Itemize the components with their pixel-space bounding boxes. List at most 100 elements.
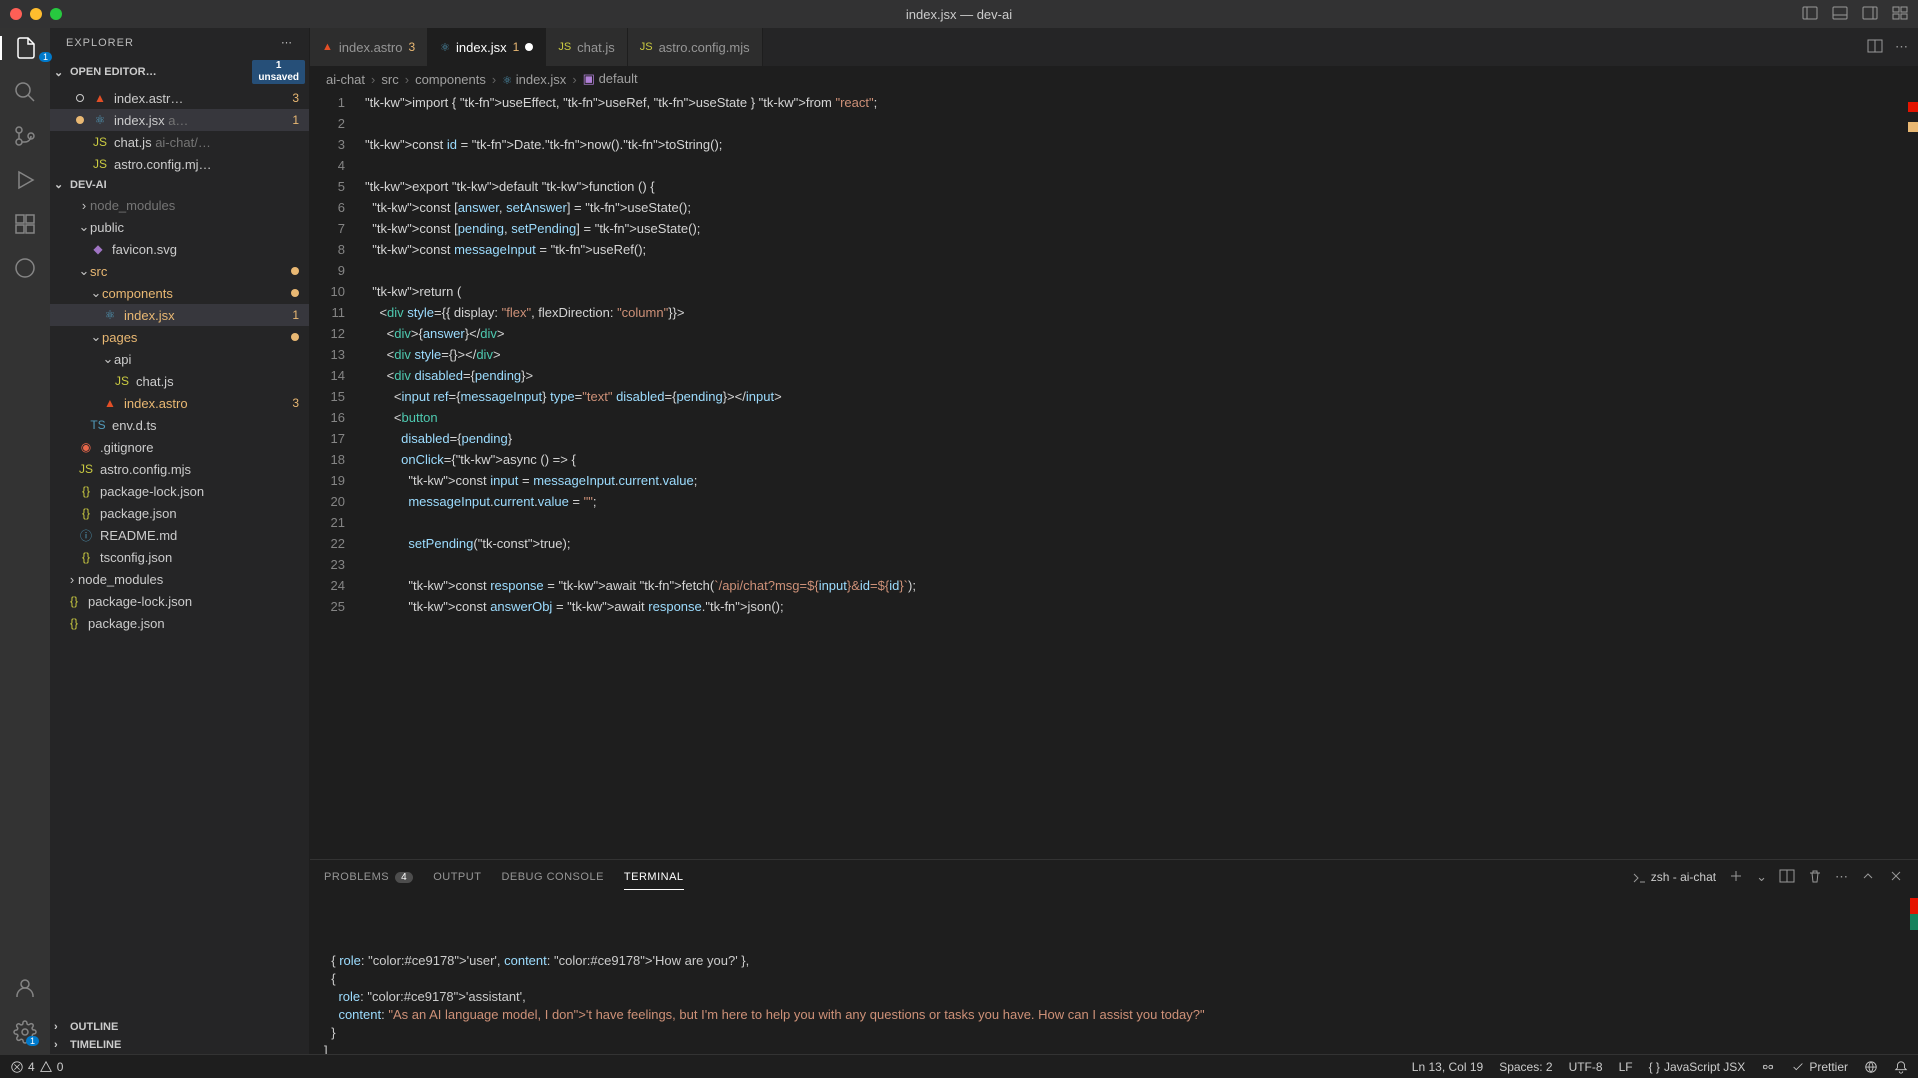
account-icon[interactable]	[13, 976, 37, 1000]
status-prettier[interactable]: Prettier	[1791, 1060, 1848, 1074]
file-item[interactable]: {} tsconfig.json	[50, 546, 309, 568]
status-bell[interactable]	[1894, 1060, 1908, 1074]
item-name: package-lock.json	[88, 594, 309, 609]
breadcrumb-item[interactable]: ⚛ index.jsx	[502, 72, 566, 87]
open-editor-item[interactable]: JS chat.js ai-chat/…	[50, 131, 309, 153]
split-terminal-icon[interactable]	[1779, 868, 1795, 887]
terminal-dropdown-icon[interactable]: ⌄	[1756, 869, 1767, 885]
timeline-header[interactable]: ›TIMELINE	[50, 1036, 309, 1054]
folder-item[interactable]: › node_modules	[50, 568, 309, 590]
modified-indicator-icon	[291, 333, 299, 341]
file-item[interactable]: JS chat.js	[50, 370, 309, 392]
panel-tab-terminal[interactable]: TERMINAL	[624, 865, 684, 890]
file-item[interactable]: TS env.d.ts	[50, 414, 309, 436]
more-actions-icon[interactable]: ⋯	[1895, 39, 1908, 55]
file-item[interactable]: ◉ .gitignore	[50, 436, 309, 458]
explorer-more-icon[interactable]: ⋯	[281, 36, 293, 49]
close-window[interactable]	[10, 8, 22, 20]
status-spaces[interactable]: Spaces: 2	[1499, 1060, 1552, 1074]
editor-tab[interactable]: ▲ index.astro 3	[310, 28, 428, 66]
layout-panel-icon[interactable]	[1832, 5, 1848, 24]
layout-secondary-icon[interactable]	[1862, 5, 1878, 24]
close-file-icon[interactable]	[76, 94, 84, 102]
layout-customize-icon[interactable]	[1892, 5, 1908, 24]
minimize-window[interactable]	[30, 8, 42, 20]
file-icon: {}	[78, 505, 94, 521]
maximize-window[interactable]	[50, 8, 62, 20]
explorer-icon[interactable]: 1	[0, 36, 50, 60]
chevron-icon: ⌄	[90, 329, 102, 345]
source-control-icon[interactable]	[13, 124, 37, 148]
chevron-icon: ⌄	[78, 263, 90, 279]
file-item[interactable]: {} package-lock.json	[50, 480, 309, 502]
folder-item[interactable]: ⌄ pages	[50, 326, 309, 348]
open-editor-item[interactable]: ⚛ index.jsx a… 1	[50, 109, 309, 131]
open-editor-item[interactable]: ▲ index.astr… 3	[50, 87, 309, 109]
folder-item[interactable]: ⌄ src	[50, 260, 309, 282]
file-item[interactable]: ◆ favicon.svg	[50, 238, 309, 260]
folder-item[interactable]: ⌄ components	[50, 282, 309, 304]
panel-tab-problems[interactable]: PROBLEMS 4	[324, 865, 413, 890]
window-title: index.jsx — dev-ai	[906, 7, 1012, 22]
file-item[interactable]: ⓘ README.md	[50, 524, 309, 546]
outline-header[interactable]: ›OUTLINE	[50, 1018, 309, 1036]
file-name: index.astr…	[114, 91, 292, 106]
editor-tab[interactable]: ⚛ index.jsx 1	[428, 28, 546, 66]
open-editors-header[interactable]: ⌄ OPEN EDITOR… 1 unsaved	[50, 57, 309, 87]
file-item[interactable]: ⚛ index.jsx 1	[50, 304, 309, 326]
debug-icon[interactable]	[13, 168, 37, 192]
settings-icon[interactable]: 1	[13, 1020, 37, 1044]
minimap[interactable]	[1908, 92, 1918, 859]
split-editor-icon[interactable]	[1867, 38, 1883, 57]
status-feedback[interactable]	[1864, 1060, 1878, 1074]
open-editor-item[interactable]: JS astro.config.mj…	[50, 153, 309, 175]
folder-item[interactable]: › node_modules	[50, 194, 309, 216]
file-item[interactable]: ▲ index.astro 3	[50, 392, 309, 414]
editor-tab[interactable]: JS chat.js	[546, 28, 627, 66]
breadcrumb[interactable]: ai-chat›src›components›⚛ index.jsx›▣ def…	[310, 66, 1918, 92]
editor-tab[interactable]: JS astro.config.mjs	[628, 28, 763, 66]
breadcrumb-item[interactable]: ▣ default	[583, 71, 638, 87]
status-eol[interactable]: LF	[1619, 1060, 1633, 1074]
file-icon: JS	[640, 41, 653, 53]
extensions-icon[interactable]	[13, 212, 37, 236]
terminal-selector[interactable]: zsh - ai-chat	[1631, 869, 1716, 885]
editor[interactable]: 1234567891011121314151617181920212223242…	[310, 92, 1918, 859]
file-item[interactable]: {} package-lock.json	[50, 590, 309, 612]
modified-indicator-icon	[291, 289, 299, 297]
new-terminal-icon[interactable]	[1728, 868, 1744, 887]
file-item[interactable]: {} package.json	[50, 502, 309, 524]
folder-item[interactable]: ⌄ public	[50, 216, 309, 238]
item-name: env.d.ts	[112, 418, 309, 433]
breadcrumb-item[interactable]: components	[415, 72, 486, 87]
status-language[interactable]: { }JavaScript JSX	[1649, 1060, 1746, 1074]
panel-tab-output[interactable]: OUTPUT	[433, 865, 481, 890]
edge-icon[interactable]	[13, 256, 37, 280]
status-copilot[interactable]	[1761, 1060, 1775, 1074]
status-cursor[interactable]: Ln 13, Col 19	[1412, 1060, 1483, 1074]
item-name: src	[90, 264, 291, 279]
folder-item[interactable]: ⌄ api	[50, 348, 309, 370]
problem-count: 1	[292, 308, 299, 322]
kill-terminal-icon[interactable]	[1807, 868, 1823, 887]
maximize-panel-icon[interactable]	[1860, 868, 1876, 887]
status-errors[interactable]: 4 0	[10, 1060, 63, 1074]
file-icon: JS	[92, 156, 108, 172]
workspace-header[interactable]: ⌄ DEV-AI	[50, 175, 309, 194]
search-icon[interactable]	[13, 80, 37, 104]
tab-badge: 1	[513, 40, 520, 54]
item-name: index.astro	[124, 396, 292, 411]
file-item[interactable]: {} package.json	[50, 612, 309, 634]
status-encoding[interactable]: UTF-8	[1569, 1060, 1603, 1074]
file-item[interactable]: JS astro.config.mjs	[50, 458, 309, 480]
terminal-output[interactable]: { role: "color:#ce9178">'user', content:…	[310, 894, 1918, 1054]
breadcrumb-item[interactable]: ai-chat	[326, 72, 365, 87]
dirty-indicator-icon	[76, 116, 84, 124]
panel-tab-debug-console[interactable]: DEBUG CONSOLE	[501, 865, 603, 890]
file-icon: JS	[92, 134, 108, 150]
close-panel-icon[interactable]	[1888, 868, 1904, 887]
layout-sidebar-icon[interactable]	[1802, 5, 1818, 24]
bottom-panel: PROBLEMS 4 OUTPUT DEBUG CONSOLE TERMINAL zs…	[310, 859, 1918, 1054]
breadcrumb-item[interactable]: src	[381, 72, 398, 87]
panel-more-icon[interactable]: ⋯	[1835, 869, 1848, 885]
